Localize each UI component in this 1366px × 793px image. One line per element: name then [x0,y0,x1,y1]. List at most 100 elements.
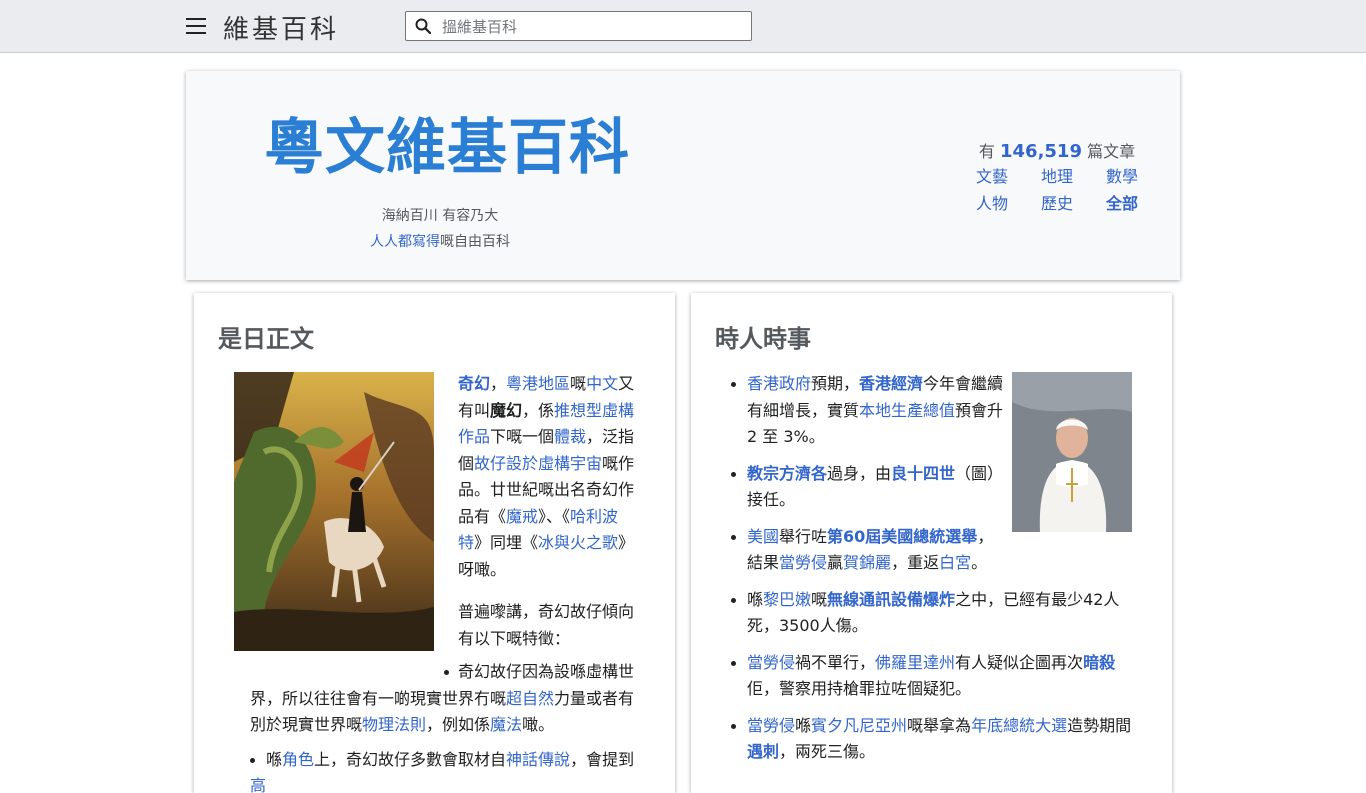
inline-link[interactable]: 超自然 [506,689,554,708]
bullet-icon [731,472,736,477]
search-icon[interactable] [415,18,431,34]
article-count-suffix: 篇文章 [1082,142,1135,161]
menu-icon[interactable] [186,18,206,34]
inline-link[interactable]: 中文 [586,374,618,393]
news-list: 香港政府預期，香港經濟今年會繼續有細增長，實質本地生產總值預會升 2 至 3%。… [747,371,1132,776]
site-title: 粵文維基百科 [264,113,630,183]
inline-link[interactable]: 遇刺 [747,742,779,761]
featured-article-body: 奇幻，粵港地區嘅中文又有叫魔幻，係推想型虛構作品下嘅一個體裁，泛指個故仔設於虛構… [458,371,638,668]
bullet-icon [250,758,255,763]
inline-link[interactable]: 無線通訊設備爆炸 [827,590,955,609]
featured-article-para2: 普遍嚟講，奇幻故仔傾向有以下嘅特徵： [458,599,638,652]
inline-text: 喺 [795,716,811,735]
inline-text: 上，奇幻故仔多數會取材自 [314,750,506,769]
article-count-number[interactable]: 146,519 [1000,141,1082,162]
inline-text: 預期， [811,374,859,393]
inline-link[interactable]: 良十四世 [891,464,955,483]
category-math-link[interactable]: 數學 [1106,167,1138,194]
inline-text: 贏 [827,553,843,572]
inline-link[interactable]: 體裁 [554,427,586,446]
inline-text: 喺 [747,590,763,609]
inline-link[interactable]: 暗殺 [1083,653,1115,672]
article-count-prefix: 有 [979,142,1000,161]
featured-article-panel: 是日正文 奇幻，粵港地區嘅中文又有叫魔幻， [194,293,675,793]
article-count: 有 146,519 篇文章 [976,138,1138,162]
inline-text: 有人疑似企圖再次 [955,653,1083,672]
inline-link[interactable]: 粵港地區 [506,374,570,393]
category-arts-link[interactable]: 文藝 [976,167,1008,194]
inline-text: ，重返 [891,553,939,572]
inline-link[interactable]: 賓夕凡尼亞州 [811,716,907,735]
inline-text: 過身，由 [827,464,891,483]
search-box[interactable] [405,11,752,41]
knight-dragon-painting [234,372,434,651]
inline-link[interactable]: 物理法則 [362,715,426,734]
bullet-icon [731,598,736,603]
news-item: 當勞侵禍不單行，佛羅里達州有人疑似企圖再次暗殺佢，警察用持槍罪拉咗個疑犯。 [747,650,1132,703]
inline-text: ，會提到 [570,750,634,769]
inline-text: 禍不單行， [795,653,875,672]
news-item: 喺黎巴嫩嘅無線通訊設備爆炸之中，已經有最少42人死，3500人傷。 [747,587,1132,640]
inline-link[interactable]: 當勞侵 [779,553,827,572]
featured-article-list: 奇幻故仔因為設喺虛構世界，所以往往會有一啲現實世界冇嘅超自然力量或者有別於現實世… [250,659,640,793]
welcome-banner: 粵文維基百科 海納百川 有容乃大 人人都寫得嘅自由百科 有 146,519 篇文… [186,71,1180,280]
featured-list-item: 喺角色上，奇幻故仔多數會取材自神話傳說，會提到高 [250,747,640,793]
inline-link[interactable]: 白宮 [939,553,971,572]
inline-link[interactable]: 冰與火之歌 [538,533,618,552]
inline-link[interactable]: 香港政府 [747,374,811,393]
in-the-news-panel: 時人時事 香港政府預期，香港經濟今年會繼續有細增長，實質本地生產總值預會升 2 … [691,293,1172,793]
inline-text: 噉。 [522,715,554,734]
inline-text: 嘅舉拿為 [907,716,971,735]
news-item: 當勞侵喺賓夕凡尼亞州嘅舉拿為年底總統大選造勢期間遇刺，兩死三傷。 [747,713,1132,766]
portal-categories: 文藝 地理 數學 人物 歷史 全部 [976,167,1138,221]
category-all-link[interactable]: 全部 [1106,194,1138,221]
inline-text: ， [490,374,506,393]
category-people-link[interactable]: 人物 [976,194,1008,221]
top-bar: 維基百科 [0,0,1366,53]
inline-text: ，兩死三傷。 [779,742,875,761]
featured-article-intro: 奇幻，粵港地區嘅中文又有叫魔幻，係推想型虛構作品下嘅一個體裁，泛指個故仔設於虛構… [458,371,638,583]
inline-link[interactable]: 香港經濟 [859,374,923,393]
inline-text: 佢，警察用持槍罪拉咗個疑犯。 [747,679,971,698]
category-geography-link[interactable]: 地理 [1041,167,1073,194]
inline-link[interactable]: 教宗方濟各 [747,464,827,483]
inline-text: 喺 [266,750,282,769]
bullet-icon [731,535,736,540]
news-item: 香港政府預期，香港經濟今年會繼續有細增長，實質本地生產總值預會升 2 至 3%。 [747,371,1007,451]
bullet-icon [731,661,736,666]
bullet-icon [731,724,736,729]
bullet-icon [444,670,449,675]
category-history-link[interactable]: 歷史 [1041,194,1073,221]
news-item: 美國舉行咗第60屆美國總統選舉，結果當勞侵贏賀錦麗，重返白宮。 [747,524,1007,577]
inline-text: 魔幻 [490,401,522,420]
inline-link[interactable]: 當勞侵 [747,653,795,672]
inline-text: 造勢期間 [1067,716,1131,735]
inline-link[interactable]: 角色 [282,750,314,769]
motto-line-2-rest: 嘅自由百科 [440,234,510,250]
motto-line-2: 人人都寫得嘅自由百科 [186,231,694,251]
inline-link[interactable]: 魔戒 [506,507,538,526]
search-input[interactable] [440,16,744,38]
site-logo[interactable]: 維基百科 [223,9,339,46]
inline-link[interactable]: 故仔設於虛構宇宙 [474,454,602,473]
featured-article-image[interactable] [234,372,434,651]
inline-link[interactable]: 高 [250,776,266,793]
inline-link[interactable]: 賀錦麗 [843,553,891,572]
inline-text: 舉行咗 [779,527,827,546]
inline-text: 》、《 [538,507,570,526]
inline-link[interactable]: 本地生產總值 [859,401,955,420]
inline-link[interactable]: 年底總統大選 [971,716,1067,735]
inline-text: 》同埋《 [474,533,538,552]
inline-link[interactable]: 美國 [747,527,779,546]
featured-article-heading: 是日正文 [218,319,314,354]
anyone-can-edit-link[interactable]: 人人都寫得 [370,234,440,250]
inline-link[interactable]: 當勞侵 [747,716,795,735]
motto-line-1: 海納百川 有容乃大 [186,205,694,225]
inline-link[interactable]: 神話傳說 [506,750,570,769]
inline-text: ，係 [522,401,554,420]
inline-link[interactable]: 奇幻 [458,374,490,393]
inline-link[interactable]: 佛羅里達州 [875,653,955,672]
inline-link[interactable]: 魔法 [490,715,522,734]
inline-link[interactable]: 第60屆美國總統選舉 [827,527,977,546]
inline-link[interactable]: 黎巴嫩 [763,590,811,609]
